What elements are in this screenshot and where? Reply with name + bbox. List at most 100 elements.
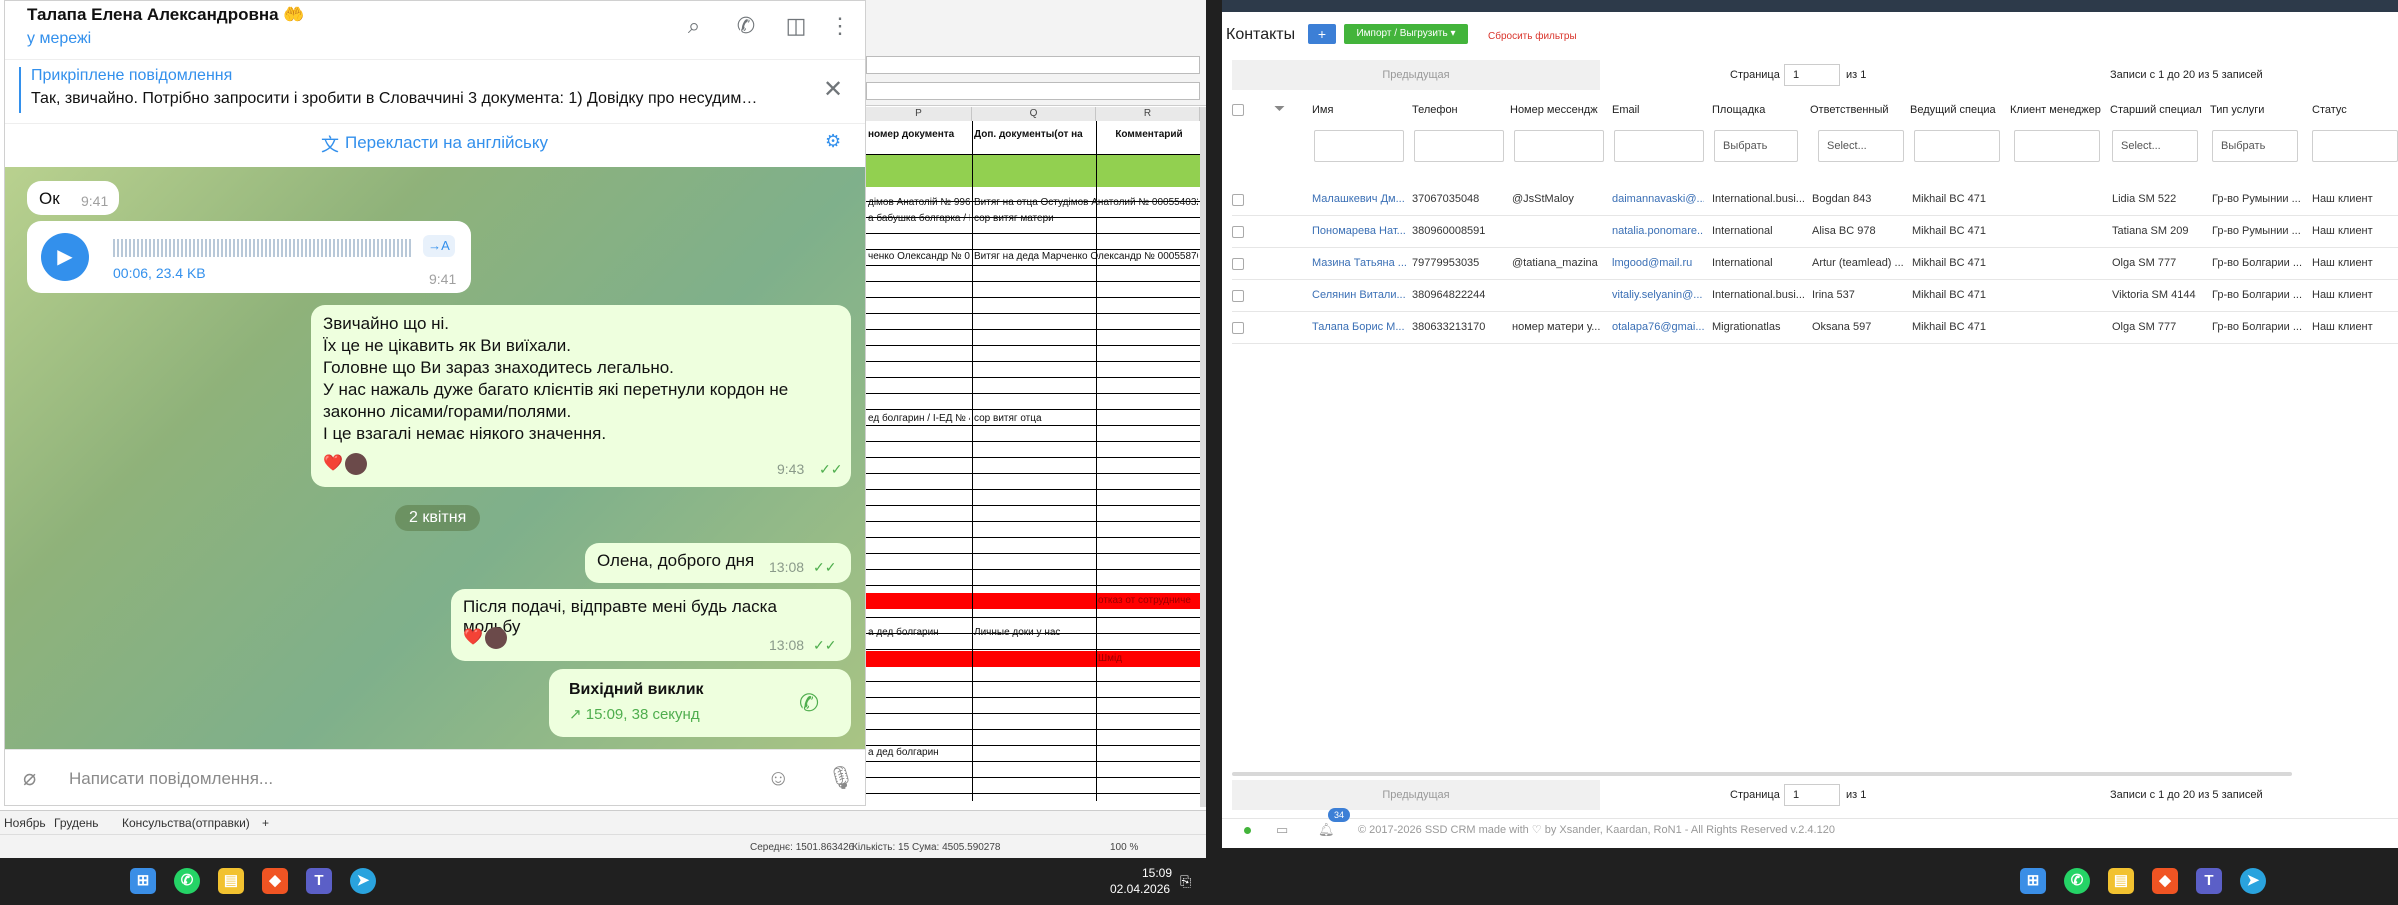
table-row[interactable]: Селянин Витали... 380964822244 vitaliy.s…: [1232, 280, 2398, 312]
whatsapp-icon[interactable]: ✆: [174, 868, 200, 894]
sheet-cell[interactable]: Шмід: [1096, 651, 1200, 667]
col-responsible[interactable]: Ответственный: [1810, 104, 1889, 116]
waveform[interactable]: [113, 239, 413, 257]
message-input[interactable]: Написати повідомлення...: [69, 769, 273, 789]
table-row[interactable]: Малашкевич Дм... 37067035048 @JsStMaloy …: [1232, 184, 2398, 216]
row-checkbox[interactable]: [1232, 322, 1244, 334]
phone-icon[interactable]: ✆: [799, 689, 819, 718]
more-menu-icon[interactable]: ⋮: [827, 13, 853, 39]
contact-name-link[interactable]: Талапа Борис М...: [1312, 321, 1406, 333]
platform-filter-select[interactable]: Выбрать: [1714, 130, 1798, 162]
col-header-r[interactable]: R: [1096, 107, 1200, 121]
telegram-icon[interactable]: ➤: [2240, 868, 2266, 894]
prev-page-button-bottom[interactable]: Предыдущая: [1232, 780, 1600, 810]
clock-time[interactable]: 15:09: [1142, 866, 1172, 880]
lead-filter-select[interactable]: [1914, 130, 2000, 162]
col-lead-specialist[interactable]: Ведущий специа: [1910, 104, 1996, 116]
heart-reaction[interactable]: ❤️: [323, 453, 343, 473]
microphone-icon[interactable]: 🎙: [827, 765, 855, 791]
sheet-cell[interactable]: ченко Олександр № 02: [866, 249, 970, 265]
email-link[interactable]: daimannavaski@...: [1612, 193, 1704, 205]
teams-icon[interactable]: T: [2196, 868, 2222, 894]
messenger-filter-input[interactable]: [1514, 130, 1604, 162]
sheet-cell[interactable]: а бабушка болгарка / І: [866, 211, 970, 227]
col-messenger[interactable]: Номер мессендж: [1510, 104, 1598, 116]
brave-icon[interactable]: ◆: [2152, 868, 2178, 894]
settings-sliders-icon[interactable]: ⚙: [825, 131, 841, 152]
sheet-tab[interactable]: Ноябрь: [4, 816, 46, 830]
chat-icon[interactable]: ▭: [1276, 822, 1288, 838]
col-email[interactable]: Email: [1612, 104, 1640, 116]
sheet-formula-box[interactable]: [866, 56, 1200, 74]
col-platform[interactable]: Площадка: [1712, 104, 1765, 116]
outgoing-call[interactable]: Вихідний виклик ↗ 15:09, 38 секунд ✆: [549, 669, 851, 737]
brave-icon[interactable]: ◆: [262, 868, 288, 894]
col-name[interactable]: Имя: [1312, 104, 1333, 116]
import-export-button[interactable]: Импорт / Выгрузить ▾: [1344, 24, 1468, 44]
sheet-vertical-scrollbar[interactable]: [1200, 107, 1206, 807]
sheet-header-cell[interactable]: Комментарий: [1096, 127, 1200, 143]
row-checkbox[interactable]: [1232, 194, 1244, 206]
col-client-manager[interactable]: Клиент менеджер: [2010, 104, 2101, 116]
incoming-message[interactable]: Ок 9:41: [27, 181, 119, 215]
name-filter-input[interactable]: [1314, 130, 1404, 162]
service-filter-select[interactable]: Выбрать: [2212, 130, 2298, 162]
table-row[interactable]: Пономарева Нат... 380960008591 natalia.p…: [1232, 216, 2398, 248]
sheet-cell[interactable]: дімов Анатолій № 9966: [866, 195, 970, 211]
col-header-q[interactable]: Q: [972, 107, 1096, 121]
sheet-tab[interactable]: Консульства(отправки): [122, 816, 250, 830]
whatsapp-icon[interactable]: ✆: [2064, 868, 2090, 894]
sheet-tab[interactable]: Грудень: [54, 816, 99, 830]
bell-icon[interactable]: 🔔︎: [1318, 822, 1335, 838]
pinned-title[interactable]: Прикріплене повідомлення: [31, 67, 232, 85]
play-icon[interactable]: ▶: [41, 233, 89, 281]
notifications-icon[interactable]: ⎘: [1180, 873, 1191, 890]
email-link[interactable]: lmgood@mail.ru: [1612, 257, 1704, 269]
contact-name-link[interactable]: Мазина Татьяна ...: [1312, 257, 1406, 269]
sheet-grid[interactable]: номер документа Доп. документы(от на Ком…: [866, 121, 1200, 801]
row-checkbox[interactable]: [1232, 258, 1244, 270]
sheet-header-cell[interactable]: номер документа: [866, 127, 970, 143]
col-status[interactable]: Статус: [2312, 104, 2347, 116]
contact-name-link[interactable]: Пономарева Нат...: [1312, 225, 1406, 237]
sheet-cell[interactable]: а дед болгарин: [866, 745, 970, 761]
teams-icon[interactable]: T: [306, 868, 332, 894]
translate-button[interactable]: Перекласти на англійську: [345, 133, 548, 153]
folder-icon[interactable]: ▤: [2108, 868, 2134, 894]
select-all-checkbox[interactable]: [1232, 104, 1244, 116]
reset-filters-link[interactable]: Сбросить фильтры: [1488, 31, 1577, 42]
row-checkbox[interactable]: [1232, 290, 1244, 302]
sheet-name-box[interactable]: [866, 82, 1200, 100]
table-row[interactable]: Талапа Борис М... 380633213170 номер мат…: [1232, 312, 2398, 344]
sheet-cell[interactable]: ед болгарин / І-ЕД № 4: [866, 411, 970, 427]
status-filter-select[interactable]: [2312, 130, 2398, 162]
filter-icon[interactable]: ⏷: [1274, 100, 1285, 117]
add-sheet-button[interactable]: +: [262, 816, 269, 830]
voice-message[interactable]: ▶ →A 00:06, 23.4 KB 9:41: [27, 221, 471, 293]
sheet-cell[interactable]: отказ от сотрудниче: [1096, 593, 1200, 609]
contact-name-link[interactable]: Малашкевич Дм...: [1312, 193, 1406, 205]
sheet-cell[interactable]: Витяг на отца Остудімов Анатолий № 00055…: [972, 195, 1198, 211]
zoom-level[interactable]: 100 %: [1110, 842, 1138, 853]
contact-name[interactable]: Талапа Елена Александровна 🤲: [27, 5, 305, 25]
email-filter-input[interactable]: [1614, 130, 1704, 162]
search-icon[interactable]: ⌕: [681, 13, 707, 39]
outgoing-message[interactable]: Після подачі, відправте мені будь ласка …: [451, 589, 851, 661]
sidebar-toggle-icon[interactable]: ◫: [783, 13, 809, 39]
senior-filter-select[interactable]: Select...: [2112, 130, 2198, 162]
col-service-type[interactable]: Тип услуги: [2210, 104, 2264, 116]
sheet-cell[interactable]: сор витяг отца: [972, 411, 1094, 427]
attach-icon[interactable]: ⌀: [23, 765, 36, 791]
close-icon[interactable]: ✕: [823, 75, 843, 104]
sheet-cell[interactable]: а дед болгарин: [866, 625, 970, 641]
outgoing-message[interactable]: Звичайно що ні. Їх це не цікавить як Ви …: [311, 305, 851, 487]
table-row[interactable]: Мазина Татьяна ... 79779953035 @tatiana_…: [1232, 248, 2398, 280]
telegram-icon[interactable]: ➤: [350, 868, 376, 894]
sheet-cell[interactable]: сор витяг матери: [972, 211, 1094, 227]
table-horizontal-scrollbar[interactable]: [1232, 772, 2292, 776]
contact-name-link[interactable]: Селянин Витали...: [1312, 289, 1406, 301]
emoji-icon[interactable]: ☺: [767, 765, 789, 791]
col-phone[interactable]: Телефон: [1412, 104, 1458, 116]
clock-date[interactable]: 02.04.2026: [1110, 882, 1170, 896]
add-contact-button[interactable]: +: [1308, 24, 1336, 44]
